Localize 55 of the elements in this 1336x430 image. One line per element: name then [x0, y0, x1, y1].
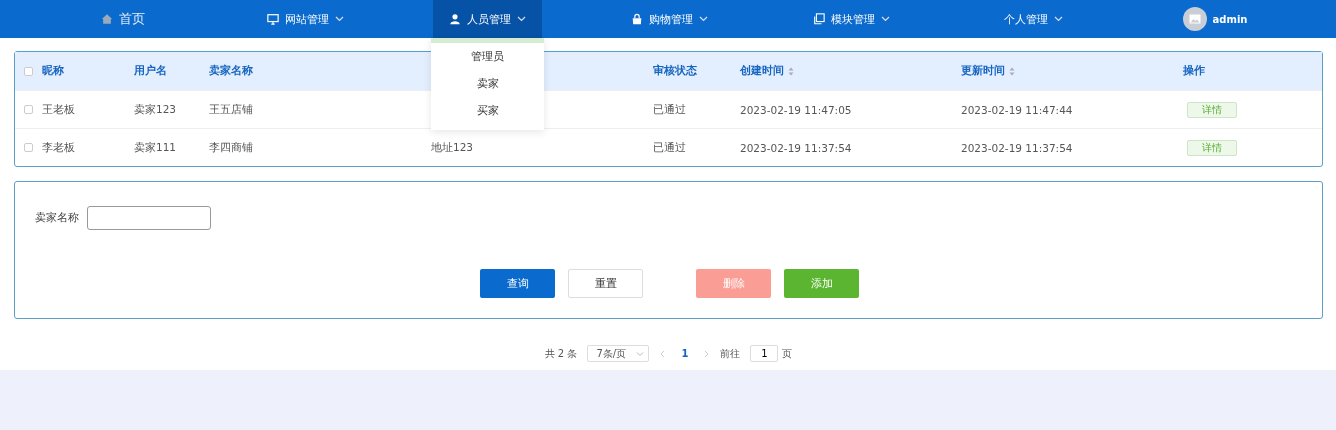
table-cell: 王五店铺	[209, 102, 253, 115]
nav-tab[interactable]: 模块管理	[796, 0, 906, 38]
input-field[interactable]	[87, 206, 211, 230]
copy-icon	[812, 13, 825, 25]
table-cell: 2023-02-19 11:37:54	[961, 141, 1073, 154]
column-header: 审核状态	[653, 64, 697, 78]
checkbox[interactable]	[24, 143, 33, 152]
detail-button[interactable]: 详情	[1187, 139, 1237, 156]
table-cell: 已通过	[653, 140, 686, 153]
nav-tab[interactable]: 个人管理	[987, 0, 1079, 38]
table-cell: 王老板	[42, 102, 75, 115]
column-header: 操作	[1183, 64, 1205, 78]
table-cell: 地址123	[431, 140, 474, 153]
detail-button[interactable]: 详情	[1187, 101, 1237, 118]
table-cell: 卖家123	[134, 102, 177, 115]
sort-icon[interactable]	[1009, 66, 1015, 76]
bag-icon	[630, 13, 643, 25]
monitor-icon	[266, 13, 279, 25]
nav-tab[interactable]: 首页	[85, 0, 161, 38]
user-icon	[448, 13, 461, 25]
column-header: 卖家名称	[209, 64, 253, 78]
page-input[interactable]: 1	[750, 345, 779, 362]
table-cell: 2023-02-19 11:37:54	[740, 141, 852, 154]
next-icon[interactable]	[702, 349, 711, 358]
nav-tab[interactable]: 人员管理	[432, 0, 542, 38]
menu-item[interactable]: 买家	[431, 97, 544, 124]
reset-button[interactable]: 重置	[568, 269, 643, 298]
column-header: 更新时间	[961, 64, 1005, 78]
column-header: 创建时间	[740, 64, 784, 78]
avatar-icon[interactable]	[1182, 7, 1207, 31]
table-cell: 2023-02-19 11:47:05	[740, 103, 852, 116]
table-cell: 李四商铺	[209, 140, 253, 153]
page-number[interactable]: 1	[677, 348, 693, 359]
table-cell: 李老板	[42, 140, 75, 153]
column-header: 昵称	[42, 64, 64, 78]
total-count: 共 2 条	[544, 346, 578, 361]
user-name: admin	[1212, 13, 1248, 25]
checkbox[interactable]	[24, 66, 33, 76]
menu-item[interactable]: 管理员	[431, 43, 544, 70]
query-button[interactable]: 查询	[480, 269, 555, 298]
table-cell: 2023-02-19 11:47:44	[961, 103, 1073, 116]
field-label: 卖家名称	[35, 211, 79, 225]
page-suffix: 页	[782, 346, 793, 361]
home-icon	[101, 13, 113, 25]
table-cell: 卖家111	[134, 140, 177, 153]
goto-label: 前往	[720, 346, 741, 361]
table-cell: 已通过	[653, 102, 686, 115]
checkbox[interactable]	[24, 105, 33, 114]
nav-tab[interactable]: 网站管理	[250, 0, 360, 38]
column-header: 用户名	[134, 64, 167, 78]
nav-tab[interactable]: 购物管理	[614, 0, 724, 38]
chevron-icon	[636, 349, 645, 358]
page-size-select[interactable]: 7条/页	[587, 345, 650, 362]
sort-icon[interactable]	[788, 66, 794, 76]
menu-item[interactable]: 卖家	[431, 70, 544, 97]
